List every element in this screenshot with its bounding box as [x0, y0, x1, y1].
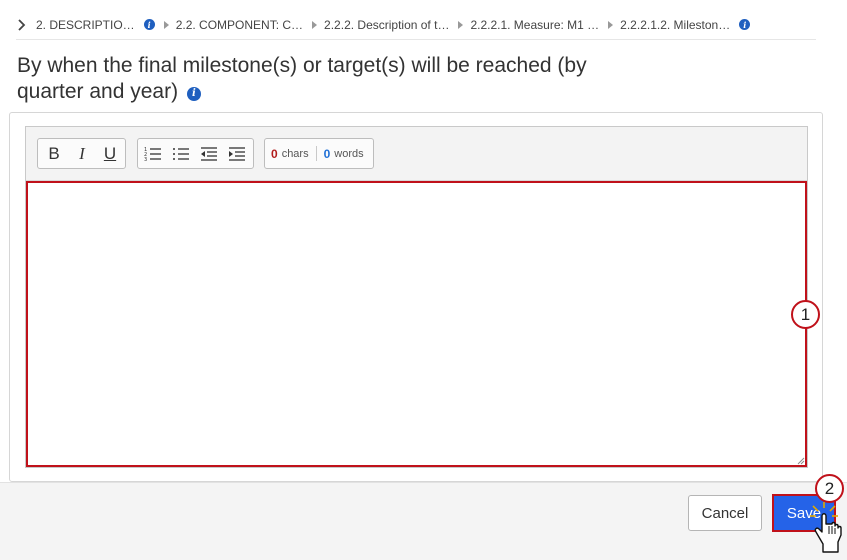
breadcrumb: 2. DESCRIPTIO… i 2.2. COMPONENT: C… 2.2.…: [16, 10, 816, 40]
chevron-right-icon[interactable]: [16, 17, 28, 33]
format-button-group: B I U: [37, 138, 126, 169]
list-button-group: 1 2 3: [137, 138, 254, 169]
outdent-icon[interactable]: [195, 139, 223, 168]
callout-marker-1: 1: [791, 300, 820, 329]
words-count: 0: [323, 146, 331, 161]
info-icon[interactable]: i: [739, 19, 751, 30]
indent-icon[interactable]: [223, 139, 251, 168]
rich-text-editor: B I U 1 2 3 0 chars 0 words: [25, 126, 808, 468]
breadcrumb-item-label[interactable]: 2.2.2.1.2. Mileston…: [620, 18, 730, 32]
breadcrumb-item-component[interactable]: 2.2. COMPONENT: C…: [176, 18, 303, 32]
milestone-text-input[interactable]: [26, 181, 807, 467]
info-icon[interactable]: i: [143, 19, 155, 30]
underline-button[interactable]: U: [96, 139, 124, 168]
italic-button[interactable]: I: [68, 139, 96, 168]
hand-cursor-icon: [810, 502, 842, 553]
words-label: words: [334, 147, 364, 160]
ordered-list-icon[interactable]: 1 2 3: [139, 139, 167, 168]
counter-divider: [315, 146, 317, 161]
svg-text:3: 3: [144, 157, 147, 162]
chars-label: chars: [281, 147, 309, 160]
resize-handle-icon[interactable]: [797, 457, 805, 465]
breadcrumb-item-description[interactable]: 2. DESCRIPTIO… i: [36, 18, 155, 32]
callout-marker-2: 2: [815, 474, 844, 503]
breadcrumb-separator-icon: [312, 20, 318, 29]
breadcrumb-item-label[interactable]: 2.2. COMPONENT: C…: [176, 18, 303, 32]
breadcrumb-separator-icon: [163, 20, 169, 29]
bold-button[interactable]: B: [40, 139, 68, 168]
breadcrumb-separator-icon: [458, 20, 464, 29]
breadcrumb-item-label[interactable]: 2. DESCRIPTIO…: [36, 18, 135, 32]
page-title-line2: quarter and year): [17, 80, 179, 103]
editor-toolbar: B I U 1 2 3 0 chars 0 words: [26, 127, 807, 181]
breadcrumb-item-label[interactable]: 2.2.2.1. Measure: M1 …: [470, 18, 599, 32]
breadcrumb-separator-icon: [608, 20, 614, 29]
page-title: By when the final milestone(s) or target…: [17, 53, 627, 105]
chars-count: 0: [271, 146, 278, 161]
breadcrumb-item-milestone[interactable]: 2.2.2.1.2. Mileston… i: [620, 18, 751, 32]
bullet-list-icon[interactable]: [167, 139, 195, 168]
counter-group: 0 chars 0 words: [264, 138, 374, 169]
breadcrumb-item-label[interactable]: 2.2.2. Description of t…: [324, 18, 449, 32]
cancel-button[interactable]: Cancel: [688, 495, 762, 531]
info-icon[interactable]: i: [186, 87, 201, 101]
breadcrumb-item-measure[interactable]: 2.2.2.1. Measure: M1 …: [470, 18, 599, 32]
breadcrumb-item-description-of[interactable]: 2.2.2. Description of t…: [324, 18, 449, 32]
page-title-line1: By when the final milestone(s) or target…: [17, 54, 587, 77]
